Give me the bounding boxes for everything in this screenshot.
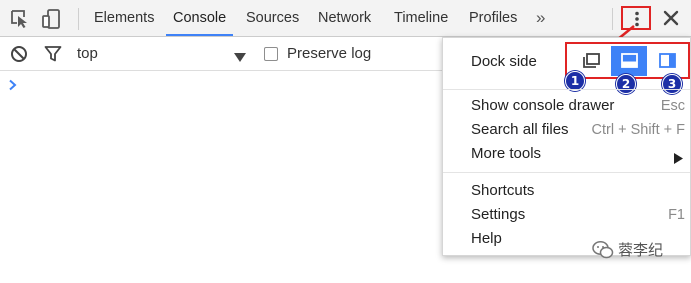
clear-console-button[interactable] <box>10 45 28 68</box>
customize-menu: Dock side 1 2 3 Show console drawer Esc <box>442 37 691 256</box>
watermark-text: 蓉李纪 <box>618 242 664 259</box>
console-prompt[interactable] <box>8 78 18 96</box>
clear-console-icon <box>11 46 27 62</box>
inspect-element-icon[interactable] <box>10 9 30 29</box>
dock-right-button[interactable] <box>649 46 685 76</box>
more-tabs-chevron-icon[interactable]: » <box>536 0 545 36</box>
menu-item-shortcuts[interactable]: Shortcuts <box>471 180 689 202</box>
preserve-log-label: Preserve log <box>287 45 372 62</box>
tab-elements[interactable]: Elements <box>94 0 154 36</box>
wechat-logo-icon <box>592 241 614 259</box>
annotation-badge-1: 1 <box>565 71 585 91</box>
submenu-arrow-icon <box>674 149 683 171</box>
tab-network[interactable]: Network <box>318 0 371 36</box>
shortcut-esc: Esc <box>660 98 685 114</box>
execution-context-select[interactable]: top <box>77 37 98 70</box>
tab-sources[interactable]: Sources <box>246 0 299 36</box>
annotation-badge-3: 3 <box>662 74 682 94</box>
filter-icon <box>44 46 62 62</box>
undock-window-icon <box>583 53 600 68</box>
close-devtools-button[interactable] <box>663 10 679 31</box>
menu-item-show-console-drawer[interactable]: Show console drawer Esc <box>471 95 689 117</box>
devtools-tabbar: Elements Console Sources Network Timelin… <box>0 0 691 37</box>
tab-console[interactable]: Console <box>166 0 234 36</box>
toolbar-divider <box>78 8 79 30</box>
tab-timeline[interactable]: Timeline <box>394 0 448 36</box>
shortcut-f1: F1 <box>668 207 685 223</box>
menu-separator <box>443 89 690 90</box>
prompt-chevron-icon <box>9 79 17 91</box>
device-mode-icon[interactable] <box>42 9 62 29</box>
annotation-badge-2: 2 <box>616 74 636 94</box>
close-icon <box>663 10 679 26</box>
dock-bottom-icon <box>621 53 638 68</box>
watermark: 蓉李纪 <box>592 240 663 262</box>
menu-item-search-all-files[interactable]: Search all files Ctrl + Shift + F <box>471 119 689 141</box>
shortcut-search: Ctrl + Shift + F <box>591 122 685 138</box>
dock-bottom-button[interactable] <box>611 46 647 76</box>
menu-separator <box>443 172 690 173</box>
preserve-log-checkbox[interactable] <box>264 47 278 61</box>
filter-button[interactable] <box>44 45 62 68</box>
menu-item-more-tools[interactable]: More tools <box>471 143 689 165</box>
tab-profiles[interactable]: Profiles <box>469 0 517 36</box>
dock-right-icon <box>659 53 676 68</box>
dropdown-arrow-icon[interactable] <box>234 49 246 67</box>
menu-item-settings[interactable]: Settings F1 <box>471 204 689 226</box>
